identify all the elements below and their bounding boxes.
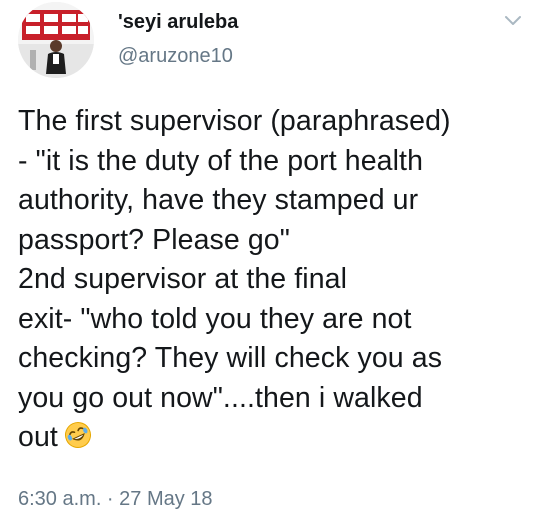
tweet-line: exit- "who told you they are not	[18, 302, 412, 335]
rolling-laughing-emoji-icon	[64, 421, 92, 449]
tweet-card: 'seyi aruleba @aruzone10 The first super…	[0, 0, 540, 529]
tweet-line: passport? Please go"	[18, 223, 290, 256]
tweet-line: out	[18, 421, 58, 453]
tweet-line: authority, have they stamped ur	[18, 184, 419, 216]
tweet-line: checking? They will check you as	[18, 342, 443, 374]
more-options-button[interactable]	[502, 10, 524, 32]
tweet-text: The first supervisor (paraphrased) - "it…	[18, 102, 530, 458]
tweet-line: - "it is the duty of the port health	[18, 144, 424, 177]
user-handle[interactable]: @aruzone10	[118, 43, 233, 69]
tweet-line: 2nd supervisor at the final	[18, 263, 348, 295]
tweet-line: The first supervisor (paraphrased)	[18, 105, 451, 137]
tweet-timestamp[interactable]: 6:30 a.m. · 27 May 18	[18, 486, 213, 512]
tweet-last-line: out	[18, 418, 530, 458]
chevron-down-icon	[505, 16, 521, 25]
tweet-line: you go out now"....then i walked	[18, 381, 423, 414]
avatar-photo-icon	[18, 2, 94, 78]
display-name[interactable]: 'seyi aruleba	[118, 9, 238, 35]
avatar[interactable]	[18, 2, 94, 78]
